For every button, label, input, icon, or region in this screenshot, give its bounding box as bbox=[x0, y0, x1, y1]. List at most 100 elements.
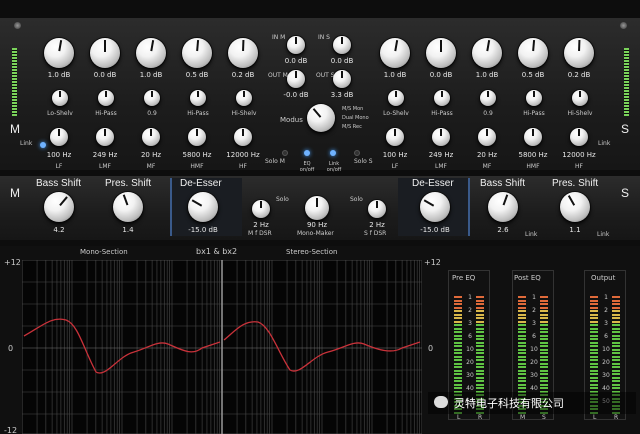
meter-scale-label: 30 bbox=[530, 372, 538, 379]
output-label: Output bbox=[591, 274, 616, 282]
meter-segment bbox=[518, 299, 526, 302]
meter-scale-label: 3 bbox=[532, 320, 536, 327]
right-q-knob[interactable] bbox=[480, 90, 496, 106]
meter-scale-label: 30 bbox=[602, 372, 610, 379]
right-gain-knob-lf[interactable] bbox=[380, 38, 410, 68]
mono-section-label: Mono-Section bbox=[80, 248, 128, 256]
left-gain-knob-hmf[interactable] bbox=[182, 38, 212, 68]
meter-segment bbox=[454, 373, 462, 375]
right-freq-knob[interactable] bbox=[524, 128, 542, 146]
meter-segment bbox=[476, 303, 484, 305]
left-gain-knob-mf[interactable] bbox=[136, 38, 166, 68]
right-filter-label: Hi-Pass bbox=[431, 110, 453, 117]
meter-segment bbox=[612, 362, 620, 365]
right-freq-knob[interactable] bbox=[432, 128, 450, 146]
meter-segment bbox=[454, 296, 462, 298]
pres-shift-label-right: Pres. Shift bbox=[552, 178, 599, 189]
meter-scale-label: 6 bbox=[532, 333, 536, 340]
de-esser-value: -15.0 dB bbox=[188, 226, 218, 234]
right-q-knob[interactable] bbox=[434, 90, 450, 106]
out-s-knob[interactable] bbox=[333, 70, 351, 88]
meter-segment bbox=[590, 355, 598, 358]
mono-maker-value: 90 Hz bbox=[306, 221, 328, 229]
left-freq-knob[interactable] bbox=[142, 128, 160, 146]
meter-segment bbox=[476, 387, 484, 389]
left-q-knob[interactable] bbox=[144, 90, 160, 106]
left-freq-value: 12000 Hz bbox=[226, 151, 260, 159]
meter-segment bbox=[476, 338, 484, 340]
left-q-knob[interactable] bbox=[52, 90, 68, 106]
solo-label: Solo bbox=[350, 196, 363, 203]
meter-segment bbox=[518, 306, 526, 309]
meter-segment bbox=[454, 306, 462, 309]
screw bbox=[14, 22, 21, 29]
right-q-knob[interactable] bbox=[572, 90, 588, 106]
meter-segment bbox=[590, 345, 598, 347]
right-gain-knob-hf[interactable] bbox=[564, 38, 594, 68]
left-gain-knob-lf[interactable] bbox=[44, 38, 74, 68]
meter-segment bbox=[612, 383, 620, 386]
link-label: Link bbox=[525, 231, 538, 238]
meter-segment bbox=[540, 331, 548, 333]
meter-segment bbox=[540, 327, 548, 330]
right-filter-label: Lo-Shelv bbox=[383, 110, 409, 117]
left-gain-knob-lmf[interactable] bbox=[90, 38, 120, 68]
in-s-knob[interactable] bbox=[333, 36, 351, 54]
meter-segment bbox=[612, 345, 620, 347]
right-gain-knob-mf[interactable] bbox=[472, 38, 502, 68]
de-esser-knob-right[interactable] bbox=[420, 192, 450, 222]
left-freq-knob[interactable] bbox=[96, 128, 114, 146]
left-freq-knob[interactable] bbox=[188, 128, 206, 146]
meter-segment bbox=[454, 324, 462, 326]
meter-scale-label: 30 bbox=[466, 372, 474, 379]
meter-segment bbox=[518, 334, 526, 337]
m-f-dsr-knob[interactable] bbox=[252, 200, 270, 218]
left-freq-knob[interactable] bbox=[50, 128, 68, 146]
modus-knob[interactable] bbox=[307, 104, 335, 132]
meter-segment bbox=[476, 324, 484, 326]
right-gain-knob-lmf[interactable] bbox=[426, 38, 456, 68]
eq-onoff-button[interactable] bbox=[304, 150, 310, 156]
meter-segment bbox=[476, 296, 484, 298]
solo-s-label: Solo S bbox=[354, 158, 373, 165]
bass-shift-knob-right[interactable] bbox=[488, 192, 518, 222]
right-q-knob[interactable] bbox=[388, 90, 404, 106]
meter-segment bbox=[590, 320, 598, 323]
bass-shift-knob[interactable] bbox=[44, 192, 74, 222]
meter-segment bbox=[476, 352, 484, 354]
left-q-knob[interactable] bbox=[236, 90, 252, 106]
link-onoff-button[interactable] bbox=[330, 150, 336, 156]
meter-segment bbox=[590, 334, 598, 337]
bass-shift-label: Bass Shift bbox=[36, 178, 82, 189]
pres-shift-knob-right[interactable] bbox=[560, 192, 590, 222]
out-m-knob[interactable] bbox=[287, 70, 305, 88]
de-esser-knob[interactable] bbox=[188, 192, 218, 222]
right-gain-value: 1.0 dB bbox=[475, 71, 499, 79]
left-q-knob[interactable] bbox=[98, 90, 114, 106]
meter-segment bbox=[540, 362, 548, 365]
in-m-knob[interactable] bbox=[287, 36, 305, 54]
meter-segment bbox=[454, 345, 462, 347]
pres-shift-knob[interactable] bbox=[113, 192, 143, 222]
right-q-knob[interactable] bbox=[526, 90, 542, 106]
right-freq-knob[interactable] bbox=[386, 128, 404, 146]
s-f-dsr-knob[interactable] bbox=[368, 200, 386, 218]
meter-segment bbox=[540, 355, 548, 358]
left-q-knob[interactable] bbox=[190, 90, 206, 106]
left-freq-knob[interactable] bbox=[234, 128, 252, 146]
meter-segment bbox=[518, 313, 526, 316]
solo-m-button[interactable] bbox=[282, 150, 288, 156]
modus-option: Dual Mono bbox=[342, 115, 369, 121]
right-gain-knob-hmf[interactable] bbox=[518, 38, 548, 68]
left-band-led[interactable] bbox=[40, 142, 46, 148]
meter-segment bbox=[518, 338, 526, 340]
meter-segment bbox=[518, 320, 526, 323]
solo-s-button[interactable] bbox=[354, 150, 360, 156]
mono-maker-knob[interactable] bbox=[305, 196, 329, 220]
left-gain-knob-hf[interactable] bbox=[228, 38, 258, 68]
de-esser-value-right: -15.0 dB bbox=[420, 226, 450, 234]
right-freq-knob[interactable] bbox=[478, 128, 496, 146]
meter-scale-label: 40 bbox=[530, 385, 538, 392]
meter-segment bbox=[454, 331, 462, 333]
right-freq-knob[interactable] bbox=[570, 128, 588, 146]
